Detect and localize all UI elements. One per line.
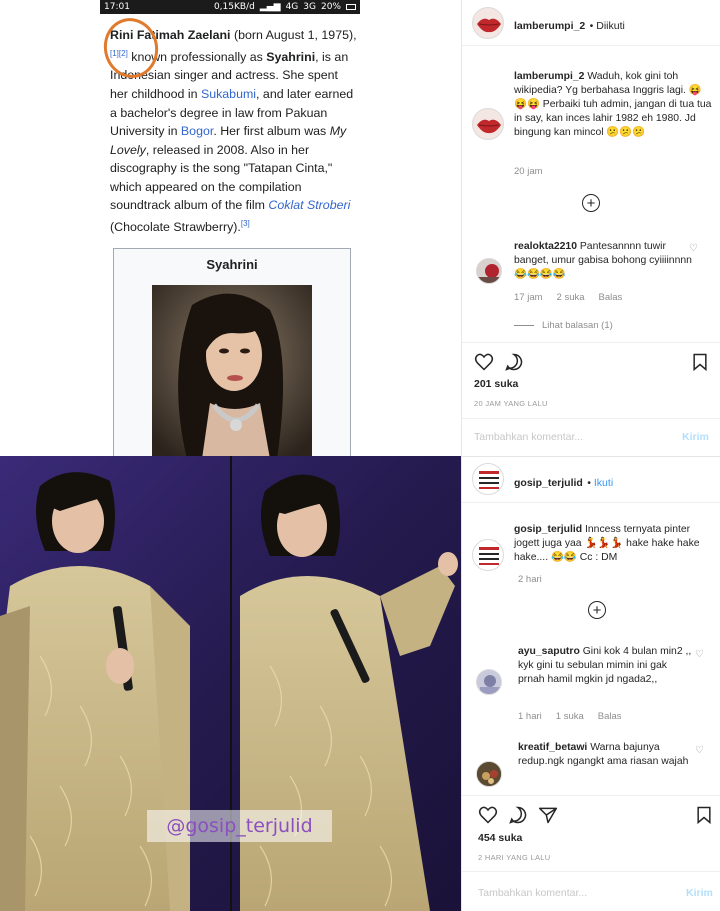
status-network: 4G	[285, 2, 299, 12]
likes-count[interactable]: 201 suka	[474, 378, 518, 390]
post-time-ago: 2 HARI YANG LALU	[478, 853, 551, 862]
status-speed: 0,15KB/d	[213, 2, 255, 12]
wiki-stage-name: Syahrini	[266, 49, 316, 64]
comment-time: 1 hari	[518, 711, 542, 722]
post-username[interactable]: lamberumpi_2	[514, 20, 585, 32]
wiki-desc-3: . Her first album was	[213, 124, 330, 139]
wiki-ref-3[interactable]: [3]	[241, 219, 250, 228]
battery-icon	[346, 4, 356, 10]
caption-time: 2 hari	[518, 574, 542, 585]
follow-status[interactable]: Diikuti	[596, 20, 625, 32]
commenter-avatar[interactable]	[476, 258, 502, 284]
share-icon[interactable]	[538, 805, 558, 825]
comment-username[interactable]: ayu_saputro	[518, 646, 580, 657]
post-header: gosip_terjulid • Ikuti	[462, 457, 720, 503]
wiki-born: (born August 1, 1975),	[230, 28, 357, 42]
logo-icon	[479, 547, 499, 565]
wiki-desc-5: (Chocolate Strawberry).	[110, 220, 241, 235]
status-network2: 3G	[303, 2, 316, 12]
logo-icon	[479, 471, 499, 489]
status-time: 17:01	[104, 2, 130, 12]
caption-username[interactable]: gosip_terjulid	[514, 524, 582, 535]
comment: realokta2210 Pantesannnn tuwir banget, u…	[514, 240, 694, 282]
comment-meta: 1 hari 1 suka Balas	[518, 711, 622, 722]
comment-likes[interactable]: 2 suka	[557, 292, 585, 303]
infobox-portrait-photo	[152, 285, 312, 456]
heart-icon[interactable]	[474, 352, 494, 372]
lips-icon	[477, 119, 501, 134]
post-username[interactable]: gosip_terjulid	[514, 477, 583, 489]
post-time-ago: 20 JAM YANG LALU	[474, 399, 548, 408]
caption-avatar[interactable]	[472, 108, 504, 140]
commenter-avatar-2[interactable]	[476, 761, 502, 787]
instagram-post-panel-2: gosip_terjulid • Ikuti gosip_terjulid In…	[461, 456, 720, 911]
caption-avatar[interactable]	[472, 539, 504, 571]
comment-icon[interactable]	[508, 805, 528, 825]
comment-icon[interactable]	[504, 352, 524, 372]
commenter-avatar[interactable]	[476, 669, 502, 695]
comment: ayu_saputro Gini kok 4 bulan min2 ,, kyk…	[518, 645, 696, 687]
wikipedia-screenshot: 17:01 0,15KB/d ▂▄▆ 4G 3G 20% Rini Fatima…	[0, 0, 461, 456]
infobox-title: Syahrini	[206, 257, 258, 272]
view-replies-button[interactable]: Lihat balasan (1)	[514, 320, 613, 331]
post-header: lamberumpi_2 • Diikuti	[462, 0, 720, 46]
lips-icon	[477, 18, 501, 33]
bookmark-icon[interactable]	[694, 805, 714, 825]
load-more-comments-button[interactable]: +	[582, 194, 600, 212]
status-battery: 20%	[320, 2, 341, 12]
comment-reply-button[interactable]: Balas	[599, 292, 623, 303]
wiki-link-bogor[interactable]: Bogor	[181, 124, 213, 138]
caption-time: 20 jam	[514, 166, 543, 177]
add-comment-input[interactable]: Tambahkan komentar...	[478, 887, 587, 899]
wiki-infobox: Syahrini	[113, 248, 351, 456]
stage-performance-photo	[0, 456, 461, 911]
add-comment-input[interactable]: Tambahkan komentar...	[474, 431, 583, 443]
comment-likes[interactable]: 1 suka	[556, 711, 584, 722]
comment-like-heart-icon[interactable]: ♡	[695, 649, 704, 660]
likes-count[interactable]: 454 suka	[478, 832, 522, 844]
instagram-post-panel-1: lamberumpi_2 • Diikuti lamberumpi_2 Wadu…	[461, 0, 720, 456]
avatar[interactable]	[472, 463, 504, 495]
heart-icon[interactable]	[478, 805, 498, 825]
caption: gosip_terjulid Inncess ternyata pinter j…	[514, 523, 714, 565]
comment-like-heart-icon-2[interactable]: ♡	[695, 745, 704, 756]
wiki-link-film[interactable]: Coklat Stroberi	[268, 198, 350, 212]
follow-button[interactable]: Ikuti	[594, 477, 613, 489]
caption: lamberumpi_2 Waduh, kok gini toh wikiped…	[514, 70, 714, 140]
wiki-link-sukabumi[interactable]: Sukabumi	[201, 87, 256, 101]
send-comment-button[interactable]: Kirim	[682, 431, 709, 443]
comment-reply-button[interactable]: Balas	[598, 711, 622, 722]
send-comment-button[interactable]: Kirim	[686, 887, 713, 899]
comment-time: 17 jam	[514, 292, 543, 303]
comment-username-2[interactable]: kreatif_betawi	[518, 742, 587, 753]
comment-meta: 17 jam 2 suka Balas	[514, 292, 622, 303]
comment-2: kreatif_betawi Warna bajunya redup.ngk n…	[518, 741, 696, 769]
load-more-comments-button[interactable]: +	[588, 601, 606, 619]
phone-status-bar: 17:01 0,15KB/d ▂▄▆ 4G 3G 20%	[100, 0, 360, 14]
avatar[interactable]	[472, 7, 504, 39]
caption-username[interactable]: lamberumpi_2	[514, 71, 584, 82]
comment-like-heart-icon[interactable]: ♡	[689, 243, 698, 254]
bookmark-icon[interactable]	[690, 352, 710, 372]
signal-icon: ▂▄▆	[259, 2, 281, 12]
watermark-text: @gosip_terjulid	[147, 810, 332, 842]
comment-username[interactable]: realokta2210	[514, 241, 577, 252]
